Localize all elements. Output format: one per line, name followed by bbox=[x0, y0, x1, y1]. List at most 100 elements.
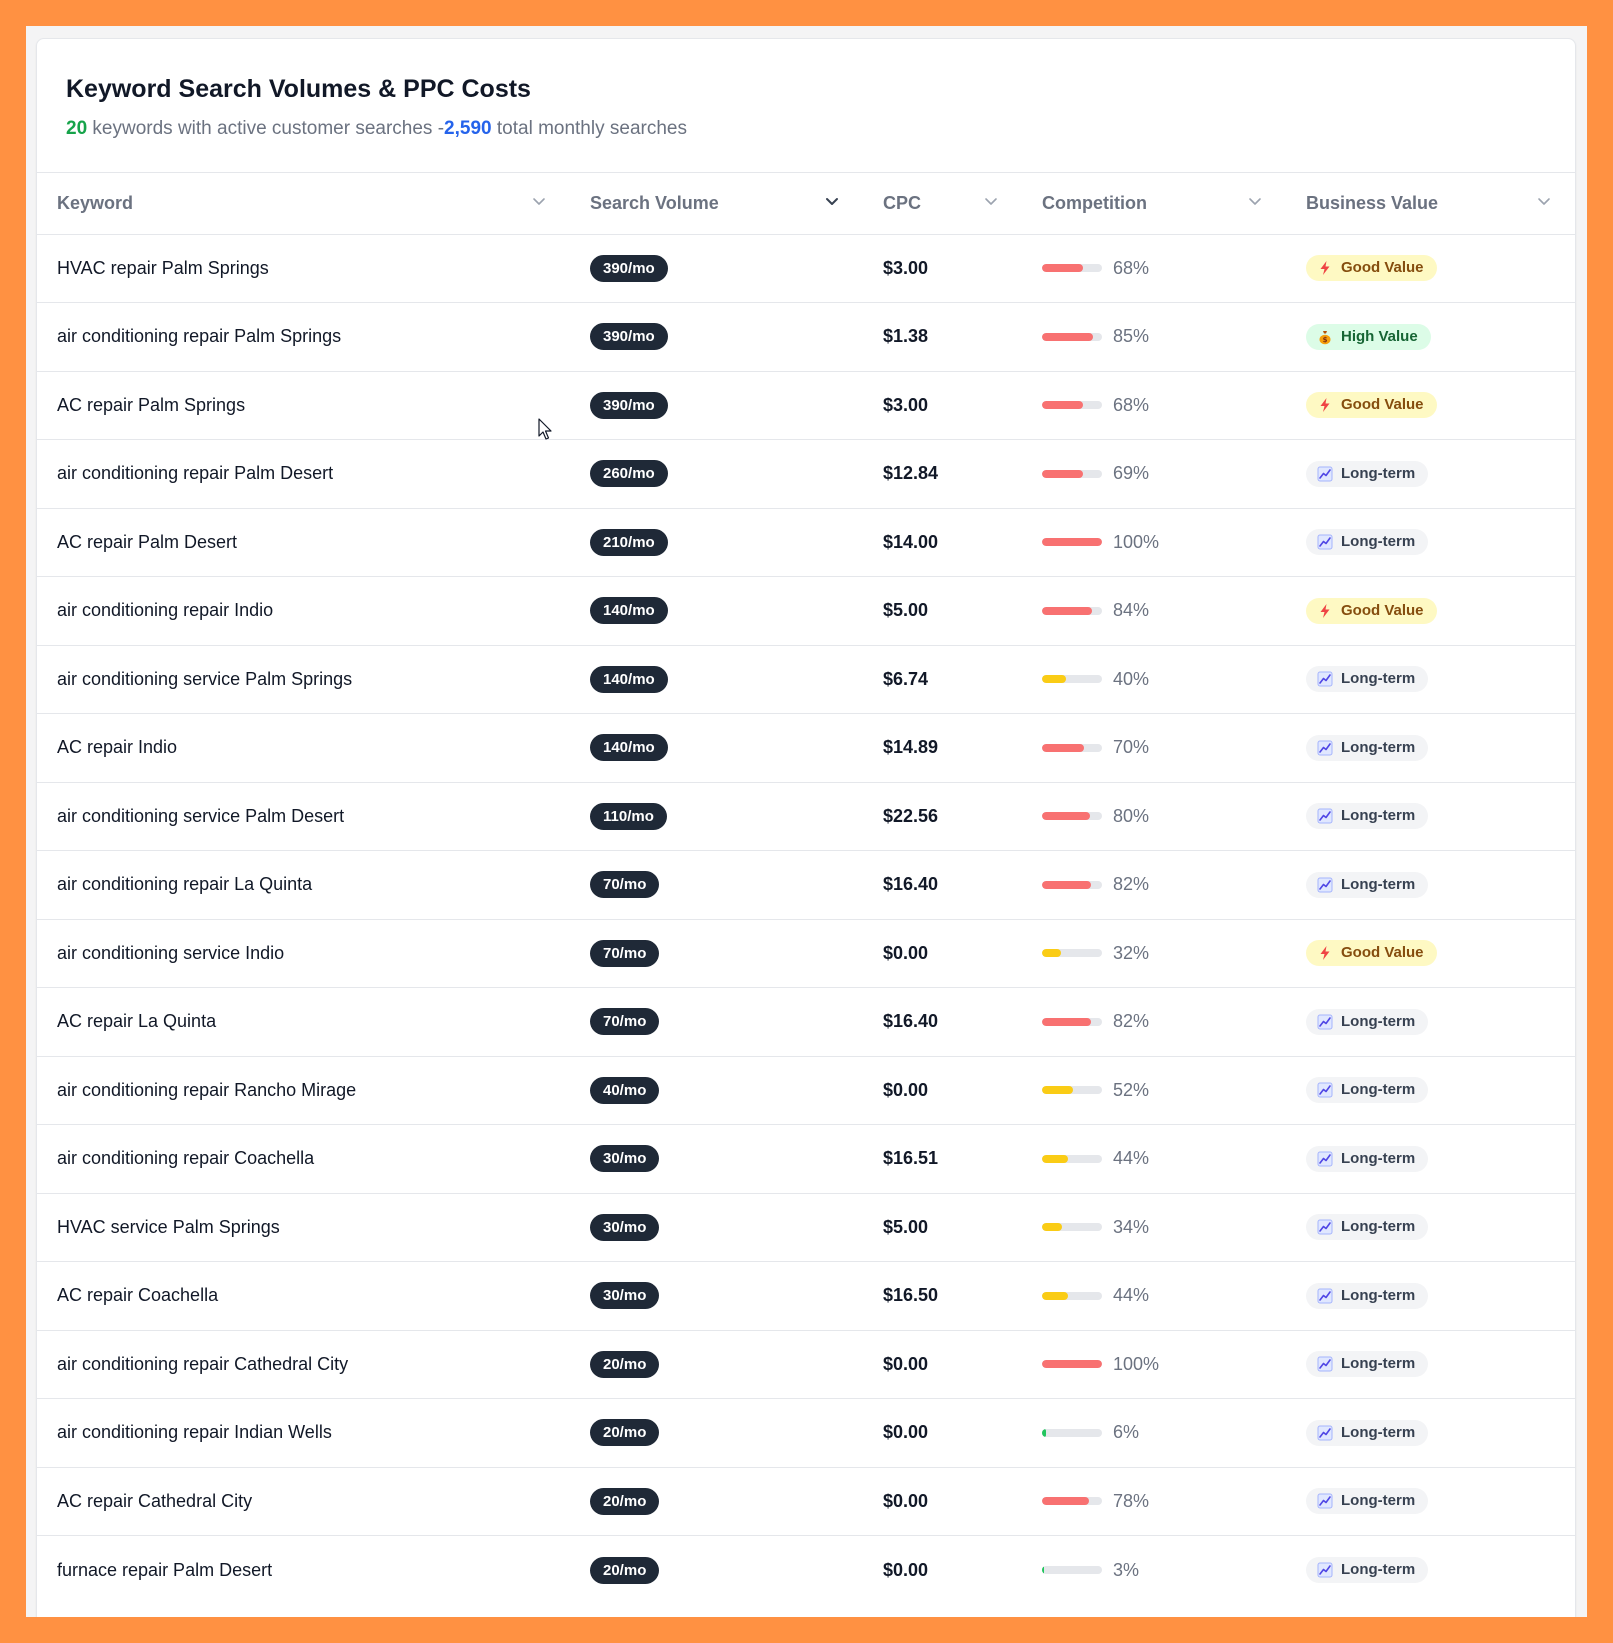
competition-cell: 84% bbox=[1022, 577, 1286, 646]
competition-bar-fill bbox=[1042, 743, 1084, 752]
table-row-11[interactable]: air conditioning service Indio 70/mo $0.… bbox=[37, 919, 1575, 988]
volume-pill: 390/mo bbox=[590, 323, 668, 351]
competition-percent: 69% bbox=[1113, 463, 1150, 484]
competition-cell: 69% bbox=[1022, 440, 1286, 509]
chart-up-icon bbox=[1317, 1082, 1333, 1098]
table-row-15[interactable]: HVAC service Palm Springs 30/mo $5.00 34… bbox=[37, 1193, 1575, 1262]
cpc-cell: $0.00 bbox=[883, 1490, 929, 1511]
volume-pill: 20/mo bbox=[590, 1350, 660, 1378]
column-header-competition[interactable]: Competition bbox=[1022, 173, 1286, 235]
competition-indicator: 44% bbox=[1042, 1148, 1286, 1169]
business-value-cell: Long-term bbox=[1286, 988, 1575, 1057]
table-row-17[interactable]: air conditioning repair Cathedral City 2… bbox=[37, 1330, 1575, 1399]
business-value-badge: Good Value bbox=[1306, 597, 1437, 624]
business-value-badge: Long-term bbox=[1306, 803, 1429, 830]
competition-bar-fill bbox=[1042, 1017, 1092, 1026]
competition-percent: 34% bbox=[1113, 1216, 1150, 1237]
chevron-down-icon[interactable] bbox=[1537, 194, 1551, 208]
competition-bar-fill bbox=[1042, 606, 1093, 615]
search-volume-cell: 30/mo bbox=[570, 1262, 863, 1331]
table-row-13[interactable]: air conditioning repair Rancho Mirage 40… bbox=[37, 1056, 1575, 1125]
competition-percent: 100% bbox=[1113, 531, 1160, 552]
business-value-label: Long-term bbox=[1341, 1218, 1416, 1236]
business-value-label: Long-term bbox=[1341, 670, 1416, 688]
table-row-4[interactable]: air conditioning repair Palm Desert 260/… bbox=[37, 440, 1575, 509]
table-row-7[interactable]: air conditioning service Palm Springs 14… bbox=[37, 645, 1575, 714]
business-value-label: Long-term bbox=[1341, 1012, 1416, 1030]
chart-up-icon bbox=[1317, 740, 1333, 756]
table-row-18[interactable]: air conditioning repair Indian Wells 20/… bbox=[37, 1399, 1575, 1468]
business-value-label: Long-term bbox=[1341, 875, 1416, 893]
table-row-2[interactable]: air conditioning repair Palm Springs 390… bbox=[37, 303, 1575, 371]
volume-pill: 140/mo bbox=[590, 734, 668, 762]
keyword-cell: air conditioning service Palm Springs bbox=[57, 668, 353, 689]
cpc-cell: $14.00 bbox=[883, 531, 939, 552]
business-value-badge: Long-term bbox=[1306, 1488, 1429, 1515]
business-value-cell: Long-term bbox=[1286, 1399, 1575, 1468]
chevron-down-icon[interactable] bbox=[984, 194, 998, 208]
chart-up-icon bbox=[1317, 1562, 1333, 1578]
cpc-cell: $0.00 bbox=[883, 1353, 929, 1374]
table-row-14[interactable]: air conditioning repair Coachella 30/mo … bbox=[37, 1125, 1575, 1194]
competition-indicator: 70% bbox=[1042, 737, 1286, 758]
column-header-business-value[interactable]: Business Value bbox=[1286, 173, 1575, 235]
search-volume-cell: 30/mo bbox=[570, 1193, 863, 1262]
chart-up-icon bbox=[1317, 1219, 1333, 1235]
table-row-19[interactable]: AC repair Cathedral City 20/mo $0.00 78%… bbox=[37, 1467, 1575, 1536]
chart-up-icon bbox=[1317, 1356, 1333, 1372]
competition-bar-fill bbox=[1042, 401, 1083, 410]
competition-cell: 44% bbox=[1022, 1125, 1286, 1194]
competition-bar bbox=[1042, 1566, 1102, 1574]
competition-indicator: 69% bbox=[1042, 463, 1286, 484]
column-header-cpc[interactable]: CPC bbox=[863, 173, 1022, 235]
competition-indicator: 85% bbox=[1042, 326, 1286, 347]
business-value-label: Long-term bbox=[1341, 1286, 1416, 1304]
table-row-3[interactable]: AC repair Palm Springs 390/mo $3.00 68% … bbox=[37, 371, 1575, 440]
cpc-cell: $16.50 bbox=[883, 1285, 939, 1306]
keyword-cell: air conditioning repair Rancho Mirage bbox=[57, 1079, 357, 1100]
search-volume-cell: 30/mo bbox=[570, 1125, 863, 1194]
table-row-6[interactable]: air conditioning repair Indio 140/mo $5.… bbox=[37, 577, 1575, 646]
competition-percent: 68% bbox=[1113, 394, 1150, 415]
competition-cell: 44% bbox=[1022, 1262, 1286, 1331]
competition-indicator: 78% bbox=[1042, 1491, 1286, 1512]
table-row-10[interactable]: air conditioning repair La Quinta 70/mo … bbox=[37, 851, 1575, 919]
business-value-cell: Long-term bbox=[1286, 782, 1575, 851]
column-header-search-volume[interactable]: Search Volume bbox=[570, 173, 863, 235]
competition-percent: 32% bbox=[1113, 942, 1150, 963]
competition-percent: 44% bbox=[1113, 1148, 1150, 1169]
business-value-cell: Long-term bbox=[1286, 440, 1575, 509]
competition-bar-fill bbox=[1042, 1086, 1074, 1095]
volume-pill: 110/mo bbox=[590, 802, 667, 830]
competition-cell: 68% bbox=[1022, 371, 1286, 440]
volume-pill: 260/mo bbox=[590, 460, 668, 488]
business-value-cell: Long-term bbox=[1286, 645, 1575, 714]
volume-pill: 40/mo bbox=[590, 1076, 660, 1104]
chevron-down-icon[interactable] bbox=[1248, 194, 1262, 208]
business-value-badge: Long-term bbox=[1306, 1008, 1429, 1035]
competition-bar-fill bbox=[1042, 880, 1092, 889]
page-title: Keyword Search Volumes & PPC Costs bbox=[66, 75, 531, 103]
competition-cell: 6% bbox=[1022, 1399, 1286, 1468]
table-row-16[interactable]: AC repair Coachella 30/mo $16.50 44% Lon… bbox=[37, 1262, 1575, 1331]
search-volume-cell: 140/mo bbox=[570, 714, 863, 783]
search-volume-cell: 40/mo bbox=[570, 1056, 863, 1125]
table-row-9[interactable]: air conditioning service Palm Desert 110… bbox=[37, 782, 1575, 851]
subtitle-end: total monthly searches bbox=[491, 118, 687, 139]
column-header-keyword[interactable]: Keyword bbox=[37, 173, 570, 235]
table-row-5[interactable]: AC repair Palm Desert 210/mo $14.00 100%… bbox=[37, 508, 1575, 577]
chevron-down-icon[interactable] bbox=[825, 194, 839, 208]
chart-up-icon bbox=[1317, 877, 1333, 893]
business-value-badge: Good Value bbox=[1306, 392, 1437, 419]
search-volume-cell: 70/mo bbox=[570, 919, 863, 988]
business-value-badge: $ High Value bbox=[1306, 323, 1431, 350]
table-row-1[interactable]: HVAC repair Palm Springs 390/mo $3.00 68… bbox=[37, 234, 1575, 303]
competition-percent: 6% bbox=[1113, 1422, 1140, 1443]
table-row-8[interactable]: AC repair Indio 140/mo $14.89 70% Long-t… bbox=[37, 714, 1575, 783]
table-row-12[interactable]: AC repair La Quinta 70/mo $16.40 82% Lon… bbox=[37, 988, 1575, 1057]
volume-pill: 210/mo bbox=[590, 528, 668, 556]
table-row-20[interactable]: furnace repair Palm Desert 20/mo $0.00 3… bbox=[37, 1536, 1575, 1605]
chevron-down-icon[interactable] bbox=[532, 194, 546, 208]
search-volume-cell: 20/mo bbox=[570, 1467, 863, 1536]
business-value-label: Long-term bbox=[1341, 1561, 1416, 1578]
